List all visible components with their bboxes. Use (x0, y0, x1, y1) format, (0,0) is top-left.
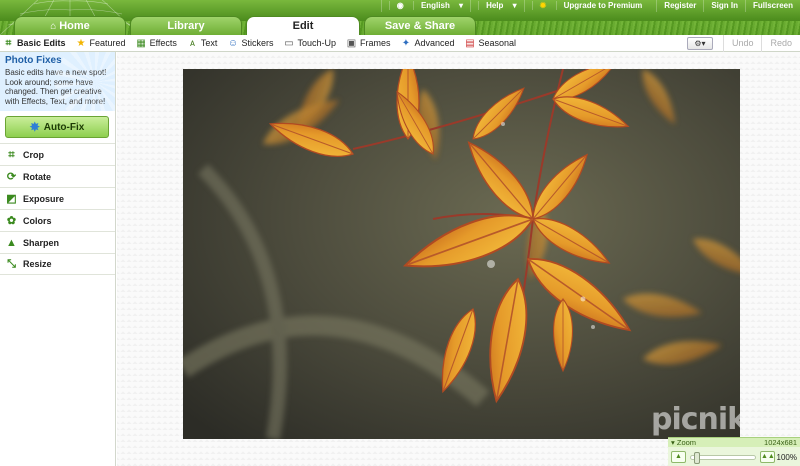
toolbar-right: ⚙▾ Undo Redo (686, 35, 800, 52)
sun-icon: ✹ (531, 1, 554, 10)
mountain-large-icon: ▲▲ (761, 453, 775, 460)
home-icon: ⌂ (50, 21, 57, 32)
sparkle-icon: ✸ (29, 120, 40, 134)
mountain-small-icon: ▲ (675, 453, 682, 460)
settings-dropdown[interactable]: ⚙▾ (686, 37, 713, 50)
toolbar-effects[interactable]: ▦ Effects (133, 35, 184, 52)
chevron-down-icon: ▾ (671, 438, 675, 447)
toolbar-text[interactable]: ᴀ Text (184, 35, 225, 52)
upgrade-link[interactable]: ✹ Upgrade to Premium (523, 0, 657, 12)
main-tabs: ⌂ Home Library Edit Save & Share (14, 16, 476, 35)
signin-link[interactable]: Sign In (703, 0, 745, 12)
fullscreen-link[interactable]: Fullscreen (744, 0, 800, 12)
wand-icon: ✦ (401, 37, 411, 49)
toolbar-seasonal[interactable]: ▤ Seasonal (462, 35, 524, 52)
zoom-out-button[interactable]: ▲ (671, 451, 686, 463)
picnik-logo: picnik (651, 402, 740, 437)
toolbar-featured[interactable]: ★ Featured (73, 35, 133, 52)
exposure-icon: ◩ (6, 192, 17, 205)
zoom-header[interactable]: ▾ Zoom 1024x681 (668, 438, 800, 447)
undo-button[interactable]: Undo (722, 35, 762, 52)
film-icon: ▦ (136, 37, 146, 49)
resize-icon: ⤡ (7, 258, 16, 270)
brush-icon: ▭ (284, 37, 294, 49)
tab-edit[interactable]: Edit (246, 16, 360, 35)
menu-item-colors[interactable]: ✿ Colors (0, 209, 115, 231)
menu-item-sharpen[interactable]: ▲ Sharpen (0, 231, 115, 253)
toolbar-advanced[interactable]: ✦ Advanced (398, 35, 462, 52)
menu-item-resize[interactable]: ⤡ Resize (0, 253, 115, 275)
auto-fix-button[interactable]: ✸ Auto-Fix (5, 116, 109, 138)
crop-icon: ⌗ (8, 148, 15, 161)
menu-item-exposure[interactable]: ◩ Exposure (0, 187, 115, 209)
basic-edits-menu: ⌗ Crop ⟳ Rotate ◩ Exposure ✿ Colors ▲ Sharpen… (0, 143, 115, 275)
text-icon: ᴀ (189, 37, 195, 49)
calendar-icon: ▤ (465, 37, 475, 49)
globe-icon: ◉ (388, 1, 411, 10)
sidebar: Photo Fixes Basic edits have a new spot!… (0, 52, 116, 466)
frame-icon: ▣ (346, 37, 357, 49)
toolbar-basic-edits[interactable]: ⌗ Basic Edits (0, 35, 73, 52)
sunburst-decoration (55, 52, 115, 111)
zoom-percent: 100% (776, 452, 797, 462)
star-icon: ★ (76, 37, 86, 49)
tab-home[interactable]: ⌂ Home (14, 16, 126, 35)
gear-icon: ⚙▾ (694, 39, 706, 48)
toolbar-frames[interactable]: ▣ Frames (343, 35, 398, 52)
menu-item-rotate[interactable]: ⟳ Rotate (0, 165, 115, 187)
autumn-leaves-image: picnik (183, 69, 740, 439)
colors-icon: ✿ (6, 214, 17, 227)
toolbar-touch-up[interactable]: ▭ Touch-Up (280, 35, 343, 52)
redo-button[interactable]: Redo (761, 35, 800, 52)
top-nav: ◉ English ▾ Help ▾ ✹ Upgrade to Premium … (380, 0, 800, 12)
photo-image[interactable]: picnik (183, 69, 740, 439)
help-menu[interactable]: Help ▾ (470, 0, 524, 12)
language-menu[interactable]: ◉ English ▾ (380, 0, 470, 12)
smiley-icon: ☺ (227, 37, 239, 49)
crop-icon: ⌗ (5, 37, 12, 49)
register-link[interactable]: Register (656, 0, 703, 12)
photo-fixes-panel: Photo Fixes Basic edits have a new spot!… (0, 52, 115, 111)
zoom-controls: ▲ ▲▲ 100% (668, 447, 800, 464)
zoom-in-button[interactable]: ▲▲ (760, 451, 775, 463)
app-header: ⌂ Home Library Edit Save & Share ◉ Englis… (0, 0, 800, 35)
tab-library[interactable]: Library (130, 16, 242, 35)
zoom-panel: ▾ Zoom 1024x681 ▲ ▲▲ 100% (668, 437, 800, 466)
photo-canvas: picnik ▾ Zoom 1024x681 ▲ ▲▲ 100% (117, 52, 800, 466)
rotate-icon: ⟳ (6, 170, 17, 183)
edit-toolbar: ⌗ Basic Edits ★ Featured ▦ Effects ᴀ Text ☺ S… (0, 35, 800, 52)
tab-save-share[interactable]: Save & Share (364, 16, 476, 35)
zoom-slider-thumb[interactable] (694, 451, 700, 464)
menu-item-crop[interactable]: ⌗ Crop (0, 143, 115, 165)
image-dimensions: 1024x681 (764, 438, 797, 447)
sharpen-icon: ▲ (6, 236, 17, 249)
toolbar-stickers[interactable]: ☺ Stickers (224, 35, 280, 52)
zoom-slider[interactable] (690, 451, 756, 464)
